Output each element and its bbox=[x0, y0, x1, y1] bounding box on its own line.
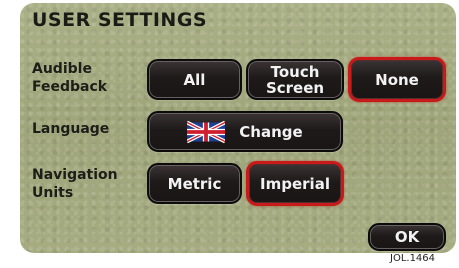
audible-touch-screen-button[interactable]: Touch Screen bbox=[246, 59, 344, 100]
language-change-button[interactable]: Change bbox=[147, 111, 343, 152]
figure-caption: JOL.1464 bbox=[390, 253, 436, 264]
ok-button[interactable]: OK bbox=[368, 223, 446, 251]
user-settings-screen: USER SETTINGS Audible Feedback All Touch… bbox=[20, 3, 456, 253]
language-label: Language bbox=[32, 121, 110, 137]
units-imperial-button[interactable]: Imperial bbox=[246, 161, 344, 206]
uk-flag-icon bbox=[187, 120, 226, 143]
units-metric-button[interactable]: Metric bbox=[147, 163, 242, 204]
figure-frame: USER SETTINGS Audible Feedback All Touch… bbox=[0, 0, 459, 268]
audible-feedback-label: Audible Feedback bbox=[32, 61, 108, 95]
audible-none-button[interactable]: None bbox=[348, 57, 446, 102]
page-title: USER SETTINGS bbox=[32, 9, 208, 31]
navigation-units-label: Navigation Units bbox=[32, 167, 118, 201]
audible-all-button[interactable]: All bbox=[147, 59, 242, 100]
language-change-label: Change bbox=[239, 122, 303, 141]
